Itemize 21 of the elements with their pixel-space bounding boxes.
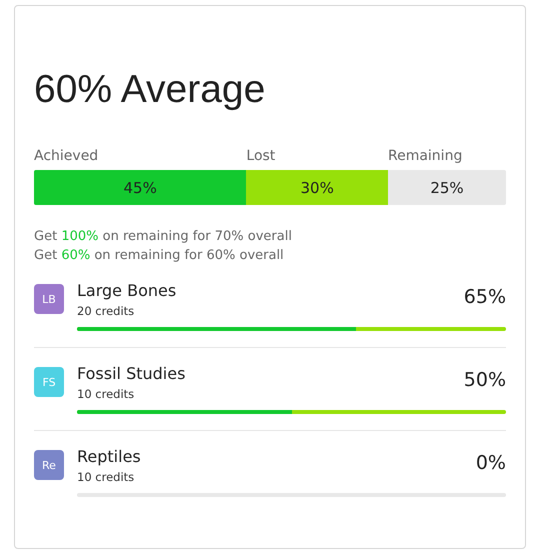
- breakdown-segment: 45%: [34, 170, 246, 205]
- course-credits: 10 credits: [77, 469, 136, 486]
- course-name: Reptiles: [77, 446, 141, 468]
- course-percent: 50%: [464, 369, 506, 393]
- average-title: 60% Average: [34, 67, 266, 113]
- course-name: Fossil Studies: [77, 363, 186, 385]
- course-credits: 10 credits: [77, 386, 136, 403]
- scenario-text: Get 100% on remaining for 70% overall: [34, 228, 293, 246]
- course-name: Large Bones: [77, 280, 176, 302]
- course-credits: 20 credits: [77, 303, 136, 320]
- breakdown-segment: 25%: [388, 170, 506, 205]
- breakdown-label: Remaining: [388, 148, 462, 164]
- breakdown-label: Achieved: [34, 148, 98, 164]
- course-percent: 65%: [464, 286, 506, 310]
- course-avatar: LB: [34, 284, 64, 314]
- course-avatar: FS: [34, 367, 64, 397]
- breakdown-segment: 30%: [246, 170, 388, 205]
- course-percent: 0%: [476, 452, 506, 476]
- scenario-text: Get 60% on remaining for 60% overall: [34, 247, 285, 265]
- breakdown-label: Lost: [246, 148, 276, 164]
- course-avatar: Re: [34, 450, 64, 480]
